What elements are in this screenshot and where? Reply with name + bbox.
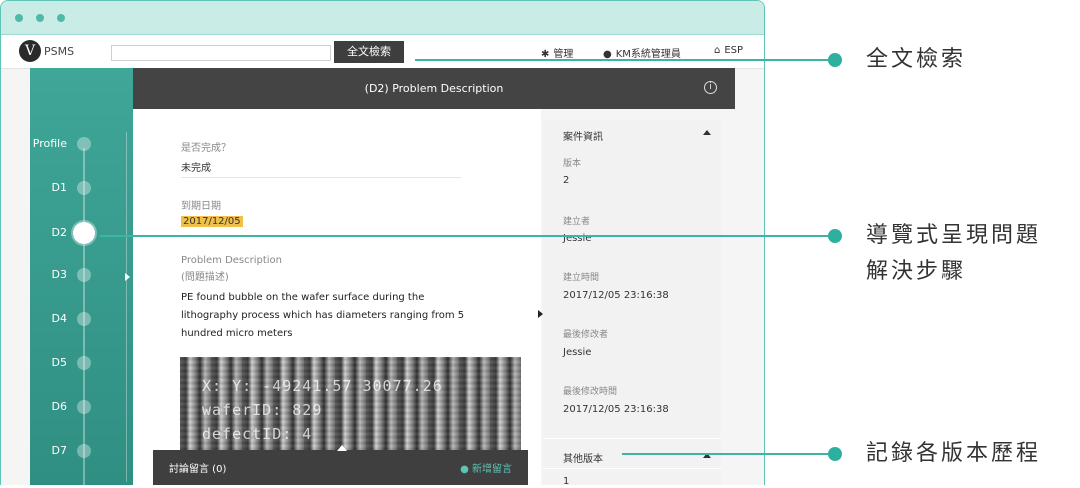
created-time-label: 建立時間: [563, 273, 600, 283]
due-date-label: 到期日期: [181, 201, 221, 212]
step-d4[interactable]: D4: [30, 309, 133, 329]
manage-link[interactable]: ✱ 管理: [541, 45, 573, 60]
window-close-dot[interactable]: [15, 14, 23, 22]
add-comment-label: 新增留言: [472, 464, 512, 475]
info-icon[interactable]: i: [704, 81, 717, 94]
comment-expand-icon[interactable]: [337, 445, 347, 451]
step-label: D5: [51, 356, 67, 369]
callout-steps: 導覽式呈現問題 解決步驟: [866, 218, 1041, 290]
step-d3[interactable]: D3: [30, 265, 133, 285]
comment-bar[interactable]: 討論留言 (0) ● 新增留言: [153, 445, 528, 485]
step-label: D7: [51, 444, 67, 457]
version-value: 2: [563, 175, 570, 186]
problem-description-text[interactable]: PE found bubble on the wafer surface dur…: [181, 289, 471, 343]
page-title: (D2) Problem Description: [364, 82, 504, 95]
step-d2[interactable]: D2: [30, 222, 133, 244]
panel-divider: [543, 438, 721, 439]
home-label: ESP: [724, 45, 744, 56]
step-d7[interactable]: D7: [30, 441, 133, 461]
case-info-panel: 案件資訊 版本 2 建立者 Jessie 建立時間 2017/12/05 23:…: [543, 120, 721, 487]
top-navbar: V PSMS 全文檢索 ✱ 管理 ● KM系統管理員 ⌂ ESP: [1, 35, 764, 69]
collapse-caret-icon[interactable]: [703, 130, 711, 135]
step-d5[interactable]: D5: [30, 353, 133, 373]
modified-time-value: 2017/12/05 23:16:38: [563, 404, 669, 415]
callout-line-steps: [100, 235, 835, 237]
brand-name[interactable]: PSMS: [44, 45, 74, 58]
step-dot-icon: [77, 356, 91, 370]
step-label: D4: [51, 312, 67, 325]
callout-steps-line2: 解決步驟: [866, 259, 967, 284]
callout-dot-icon: [828, 229, 842, 243]
step-label: D6: [51, 400, 67, 413]
step-dot-icon: [77, 444, 91, 458]
other-versions-title[interactable]: 其他版本: [563, 450, 603, 465]
modifier-label: 最後修改者: [563, 330, 609, 340]
case-info-title[interactable]: 案件資訊: [563, 128, 603, 143]
window-titlebar: [1, 1, 764, 35]
step-dot-icon: [77, 400, 91, 414]
main-content: 是否完成？ 未完成 到期日期 2017/12/05 Problem Descri…: [133, 109, 541, 485]
callout-search: 全文檢索: [866, 42, 966, 78]
panel-divider: [543, 468, 721, 469]
callout-versions: 記錄各版本歷程: [866, 436, 1041, 472]
wafer-coordinate-text: X: Y: -49241.57 30077.26: [202, 377, 443, 395]
step-d1[interactable]: D1: [30, 178, 133, 198]
step-dot-icon: [77, 268, 91, 282]
fulltext-search-button[interactable]: 全文檢索: [334, 41, 404, 63]
callout-line-versions: [622, 453, 835, 455]
step-d6[interactable]: D6: [30, 397, 133, 417]
other-version-item[interactable]: 1: [563, 476, 569, 487]
completed-label: 是否完成？: [181, 143, 231, 154]
step-dot-active-icon: [73, 222, 95, 244]
step-dot-icon: [77, 312, 91, 326]
add-comment-button[interactable]: ● 新增留言: [460, 460, 512, 475]
step-label: D2: [51, 226, 67, 239]
home-icon: ⌂: [714, 45, 721, 56]
version-label: 版本: [563, 159, 582, 169]
creator-label: 建立者: [563, 217, 591, 227]
step-label: D3: [51, 268, 67, 281]
callout-line-search: [415, 59, 835, 61]
sidebar-expand-icon[interactable]: [125, 273, 130, 281]
window-minimize-dot[interactable]: [36, 14, 44, 22]
step-profile[interactable]: Profile: [30, 134, 133, 154]
problem-description-label-zh: (問題描述): [181, 272, 229, 283]
home-link[interactable]: ⌂ ESP: [714, 45, 743, 56]
callout-versions-line1: 記錄各版本歷程: [866, 441, 1042, 466]
window-maximize-dot[interactable]: [57, 14, 65, 22]
created-time-value: 2017/12/05 23:16:38: [563, 290, 669, 301]
problem-description-label: Problem Description: [181, 255, 283, 266]
callout-search-line1: 全文檢索: [866, 47, 967, 72]
comment-count-label: 討論留言 (0): [169, 464, 227, 475]
modifier-value: Jessie: [563, 347, 592, 358]
callout-steps-line1: 導覽式呈現問題: [866, 223, 1042, 248]
fulltext-search-input[interactable]: [111, 45, 331, 61]
step-label: D1: [51, 181, 67, 194]
page-header: (D2) Problem Description i: [133, 68, 735, 109]
chat-icon: ●: [460, 464, 472, 475]
callout-dot-icon: [828, 53, 842, 67]
callout-dot-icon: [828, 447, 842, 461]
field-divider: [181, 177, 461, 178]
wafer-id-text: waferID: 829: [202, 401, 323, 419]
user-menu[interactable]: ● KM系統管理員: [603, 45, 681, 60]
step-dot-icon: [77, 181, 91, 195]
defect-id-text: defectID: 4: [202, 425, 313, 443]
step-dot-icon: [77, 137, 91, 151]
steps-sidebar: Profile D1 D2 D3 D4 D5 D6 D7: [30, 68, 133, 488]
due-date-value[interactable]: 2017/12/05: [181, 216, 243, 227]
step-label: Profile: [32, 137, 67, 150]
due-date-text: 2017/12/05: [181, 216, 243, 227]
modified-time-label: 最後修改時間: [563, 387, 618, 397]
completed-value[interactable]: 未完成: [181, 159, 211, 174]
brand-logo-icon[interactable]: V: [19, 40, 41, 62]
